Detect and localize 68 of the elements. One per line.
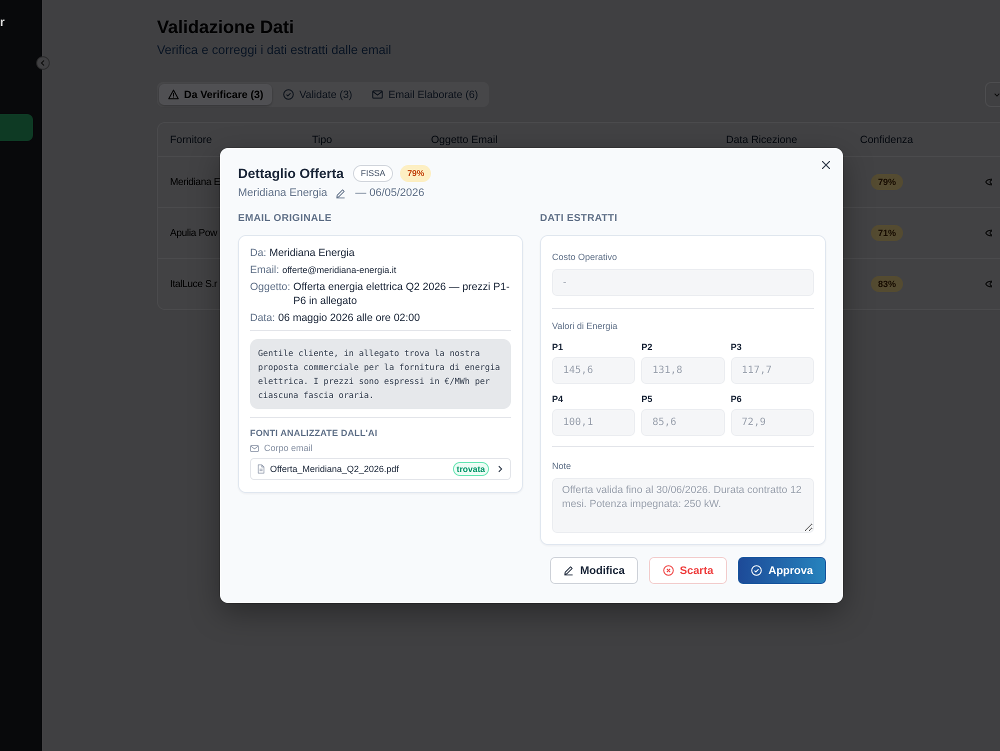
sidebar-title: r xyxy=(0,15,5,29)
field-label: P2 xyxy=(641,341,654,353)
chevron-right-icon xyxy=(497,465,503,473)
offer-date: — 06/05/2026 xyxy=(355,187,424,199)
column-header: Data Ricezione xyxy=(726,134,798,146)
supplier-name: Meridiana Energia xyxy=(238,187,328,199)
column-header: Fornitore xyxy=(170,134,212,146)
section-heading: EMAIL ORIGINALE xyxy=(238,213,333,225)
field-label: Data: xyxy=(250,311,276,325)
field-label: Email: xyxy=(250,263,280,277)
approve-button[interactable]: Approva xyxy=(738,557,826,584)
file-icon xyxy=(257,464,265,474)
field-label: Note xyxy=(552,460,572,472)
warning-icon xyxy=(168,89,179,100)
field-label: Costo Operativo xyxy=(552,251,618,263)
mail-icon xyxy=(250,444,259,452)
tab[interactable]: Email Elaborate (6) xyxy=(363,84,488,105)
eye-icon[interactable] xyxy=(985,227,992,239)
collapse-icon[interactable] xyxy=(36,56,50,70)
caret-icon xyxy=(994,92,1000,98)
close-icon xyxy=(821,160,831,170)
pencil-icon[interactable] xyxy=(335,188,346,198)
dialog-title: Dettaglio Offerta xyxy=(238,166,344,180)
column-header: Tipo xyxy=(312,134,332,146)
table-cell: Apulia Pow xyxy=(170,228,218,238)
check-circle-icon xyxy=(751,565,762,576)
field-label: Da: xyxy=(250,246,266,260)
source-label: Corpo email xyxy=(264,442,313,454)
field-label: P1 xyxy=(552,341,564,353)
page-title: Validazione Dati xyxy=(157,16,296,38)
column-header: Oggetto Email xyxy=(431,134,498,146)
table-cell: ItalLuce S.r xyxy=(170,278,217,290)
eye-icon[interactable] xyxy=(985,176,992,188)
confidence-badge: 79% xyxy=(400,164,432,182)
discard-button[interactable]: Scarta xyxy=(648,557,728,584)
group-label: Valori di Energia xyxy=(552,320,618,332)
email-body: Gentile cliente, in allegato trova la nostra proposta commerciale per la fornitura di energia elettrica. I prezzi sono espressi in €/MWh per ciascuna fascia oraria. xyxy=(250,339,511,409)
file-name: Offerta_Meridiana_Q2_2026.pdf xyxy=(270,464,400,474)
pencil-icon xyxy=(563,565,574,576)
field-value: Offerta energia elettrica Q2 2026 — prezzi P1-P6 in allegato xyxy=(293,280,511,308)
confidence-badge: 83% xyxy=(871,276,904,292)
check-circle-icon xyxy=(283,89,294,100)
table-cell: Meridiana E xyxy=(170,176,220,188)
mail-icon xyxy=(372,89,384,100)
offer-type-badge: FISSA xyxy=(352,164,394,182)
field-value: Meridiana Energia xyxy=(269,246,355,260)
status-badge: trovata xyxy=(452,462,489,476)
confidence-badge: 71% xyxy=(871,225,904,241)
x-circle-icon xyxy=(662,565,674,576)
sources-heading: FONTI ANALIZZATE DALL'AI xyxy=(250,427,378,439)
eye-icon[interactable] xyxy=(985,278,992,290)
field-label: P5 xyxy=(641,393,654,405)
edit-button[interactable]: Modifica xyxy=(550,557,638,584)
dropdown-button[interactable] xyxy=(985,82,1000,107)
column-header: Confidenza xyxy=(860,134,914,146)
close-button[interactable] xyxy=(821,160,831,170)
field-label: P6 xyxy=(730,393,743,405)
attachment-row[interactable]: Offerta_Meridiana_Q2_2026.pdf trovata xyxy=(250,458,511,480)
field-label: P4 xyxy=(552,393,564,405)
confidence-badge: 79% xyxy=(871,174,904,190)
tab[interactable]: Validate (3) xyxy=(274,84,362,105)
field-label: Oggetto: xyxy=(250,280,290,294)
tab[interactable]: Da Verificare (3) xyxy=(159,84,272,105)
nav-item[interactable] xyxy=(0,114,33,141)
field-label: P3 xyxy=(730,341,743,353)
field-value: offerte@meridiana-energia.it xyxy=(282,264,396,277)
field-value: 06 maggio 2026 alle ore 02:00 xyxy=(278,311,420,325)
section-heading: DATI ESTRATTI xyxy=(540,213,618,225)
